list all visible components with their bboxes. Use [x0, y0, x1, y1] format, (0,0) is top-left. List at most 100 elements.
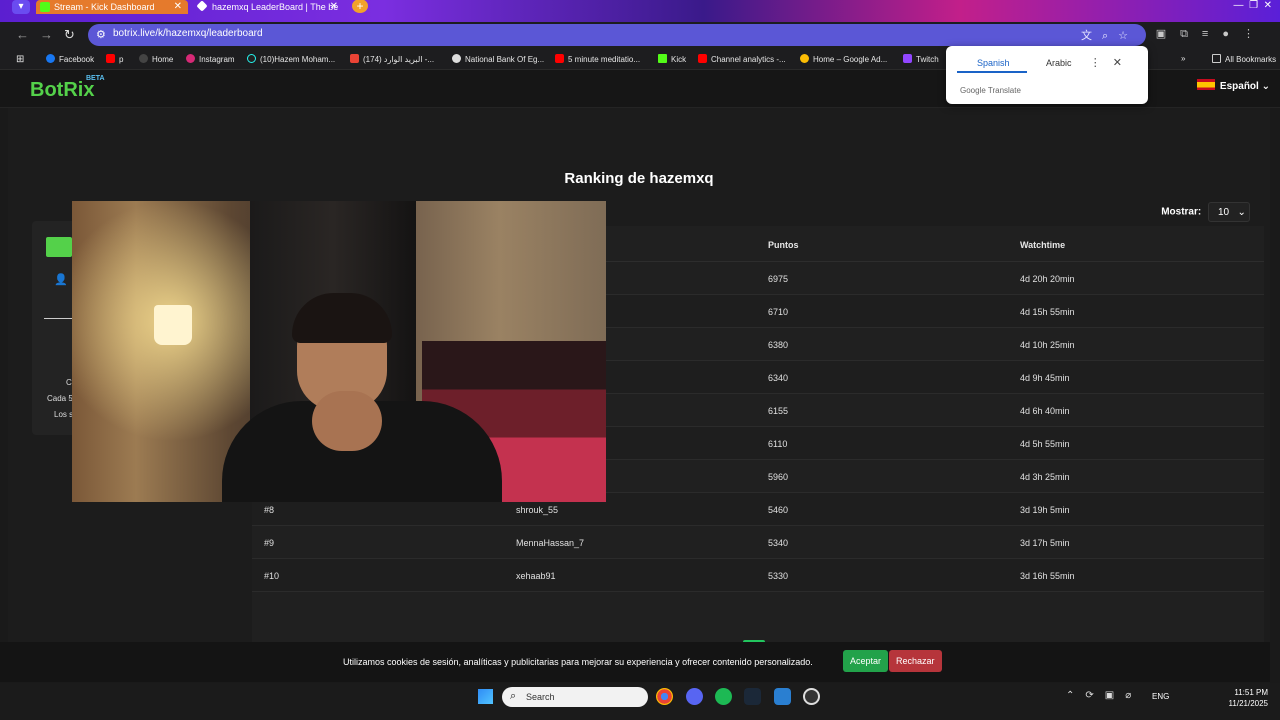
google-translate-brand: Google Translate: [960, 86, 1021, 95]
column-header-watchtime[interactable]: Watchtime: [1020, 240, 1065, 250]
tiktok-icon: [247, 54, 256, 63]
tab-title: hazemxq LeaderBoard | The be: [212, 2, 339, 12]
language-selector[interactable]: Español ⌄: [1196, 79, 1270, 92]
page-size-control: Mostrar: 10 ⌄: [1161, 202, 1250, 222]
bookmark-meditation[interactable]: 5 minute meditatio...: [555, 54, 640, 64]
windows-start-icon[interactable]: [478, 689, 493, 704]
tab-leaderboard[interactable]: hazemxq LeaderBoard | The be ✕: [194, 0, 344, 14]
watchtime-cell: 4d 15h 55min: [1020, 307, 1075, 317]
accept-cookies-button[interactable]: Aceptar: [843, 650, 889, 672]
address-bar[interactable]: ⚙ botrix.live/k/hazemxq/leaderboard 文⌕☆: [88, 24, 1146, 46]
page-title: Ranking de hazemxq: [564, 170, 714, 187]
bookmark-facebook[interactable]: Facebook: [46, 54, 94, 64]
points-cell: 5340: [768, 538, 789, 548]
watchtime-cell: 4d 5h 55min: [1020, 439, 1070, 449]
instagram-icon: [186, 54, 195, 63]
column-header-points[interactable]: Puntos: [768, 240, 799, 250]
username-cell: MennaHassan_7: [516, 538, 585, 548]
tab-kick-dashboard[interactable]: Stream - Kick Dashboard ✕: [36, 0, 188, 14]
translate-lang-spanish[interactable]: Spanish: [977, 58, 1010, 68]
bookmark-google-ads[interactable]: Home – Google Ad...: [800, 54, 887, 64]
chrome-icon[interactable]: [656, 688, 673, 705]
bookmark-home[interactable]: Home: [139, 54, 173, 64]
translate-icon[interactable]: 文⌕☆: [1081, 27, 1138, 43]
kick-icon: [658, 54, 667, 63]
photos-icon[interactable]: [774, 688, 791, 705]
points-cell: 6155: [768, 406, 789, 416]
bookmark-channel-analytics[interactable]: Channel analytics -...: [698, 54, 786, 64]
url-text[interactable]: botrix.live/k/hazemxq/leaderboard: [113, 28, 263, 39]
spotify-icon[interactable]: [715, 688, 732, 705]
webcam-person-hand: [312, 391, 382, 451]
steam-icon[interactable]: [744, 688, 761, 705]
discord-icon[interactable]: [686, 688, 703, 705]
forward-icon[interactable]: →: [40, 27, 53, 42]
watchtime-cell: 4d 20h 20min: [1020, 274, 1075, 284]
bookmark-tiktok[interactable]: (10)Hazem Moham...: [247, 54, 335, 64]
close-tab-icon[interactable]: ✕: [174, 0, 182, 14]
bookmarks-overflow-icon[interactable]: »: [1181, 54, 1185, 63]
windows-taskbar: ⌕ Search ⌃⟳▣⌀ ENG 11:51 PM 11/21/2025: [0, 683, 1280, 720]
botrix-icon: [196, 0, 208, 12]
webcam-lamp: [154, 305, 192, 345]
globe-icon: [452, 54, 461, 63]
rank-cell: #8: [264, 505, 275, 515]
info-card-badge: [46, 237, 72, 257]
clock[interactable]: 11:51 PM 11/21/2025: [1229, 687, 1268, 709]
x-icon: [139, 54, 148, 63]
rank-cell: #10: [264, 571, 280, 581]
bookmark-nbe[interactable]: National Bank Of Eg...: [452, 54, 544, 64]
translate-menu-icon[interactable]: ⋮✕: [1090, 56, 1134, 69]
username-cell: shrouk_55: [516, 505, 559, 515]
active-tab-indicator: [957, 71, 1027, 73]
webcam-overlay: [72, 201, 606, 502]
points-cell: 5960: [768, 472, 789, 482]
beta-badge: BETA: [86, 75, 105, 82]
points-cell: 6380: [768, 340, 789, 350]
reject-cookies-button[interactable]: Rechazar: [889, 650, 942, 672]
youtube-icon: [555, 54, 564, 63]
reload-icon[interactable]: ↻: [64, 27, 75, 43]
bookmark-twitch[interactable]: Twitch: [903, 54, 939, 64]
translate-lang-arabic[interactable]: Arabic: [1046, 58, 1072, 68]
new-tab-button[interactable]: +: [352, 0, 368, 13]
page-size-select[interactable]: 10 ⌄: [1208, 202, 1250, 222]
chevron-down-icon: ⌄: [1261, 81, 1270, 92]
window-controls[interactable]: — ❐ ✕: [1234, 0, 1272, 11]
points-cell: 5330: [768, 571, 789, 581]
facebook-icon: [46, 54, 55, 63]
twitch-icon: [903, 54, 912, 63]
watchtime-cell: 4d 10h 25min: [1020, 340, 1075, 350]
obs-icon[interactable]: [803, 688, 820, 705]
translate-popup: Spanish Arabic ⋮✕ Google Translate: [946, 46, 1148, 104]
all-bookmarks[interactable]: All Bookmarks: [1212, 54, 1276, 64]
table-row: #9 MennaHassan_7 5340 3d 17h 5min: [252, 526, 1264, 559]
points-cell: 5460: [768, 505, 789, 515]
username-cell: xehaab91: [516, 571, 556, 581]
search-icon: ⌕: [510, 690, 517, 702]
watchtime-cell: 3d 19h 5min: [1020, 505, 1070, 515]
points-cell: 6975: [768, 274, 789, 284]
navigation-bar: ← → ↻ ⚙ botrix.live/k/hazemxq/leaderboar…: [0, 22, 1280, 48]
close-tab-icon[interactable]: ✕: [330, 0, 338, 14]
points-cell: 6340: [768, 373, 789, 383]
extensions-icon[interactable]: ▣⧉≡●⋮: [1156, 27, 1268, 41]
bookmark-instagram[interactable]: Instagram: [186, 54, 235, 64]
browser-tab-strip: ▾ Stream - Kick Dashboard ✕ hazemxq Lead…: [0, 0, 1280, 22]
input-language[interactable]: ENG: [1152, 692, 1169, 701]
site-info-icon[interactable]: ⚙: [96, 28, 106, 41]
gmail-icon: [350, 54, 359, 63]
apps-icon[interactable]: ⊞: [16, 54, 24, 65]
cookie-banner: Utilizamos cookies de sesión, analíticas…: [0, 642, 1270, 682]
watchtime-cell: 3d 16h 55min: [1020, 571, 1075, 581]
bookmark-p[interactable]: p: [106, 54, 123, 64]
bookmark-gmail[interactable]: (174) البريد الوارد -...: [350, 54, 434, 64]
botrix-logo[interactable]: BotRix BETA: [30, 75, 105, 102]
tab-search-button[interactable]: ▾: [12, 0, 30, 14]
youtube-icon: [698, 54, 707, 63]
bookmark-kick[interactable]: Kick: [658, 54, 686, 64]
back-icon[interactable]: ←: [16, 27, 29, 42]
watchtime-cell: 3d 17h 5min: [1020, 538, 1070, 548]
system-tray-icons[interactable]: ⌃⟳▣⌀: [1066, 690, 1142, 701]
taskbar-search[interactable]: ⌕ Search: [502, 687, 648, 707]
